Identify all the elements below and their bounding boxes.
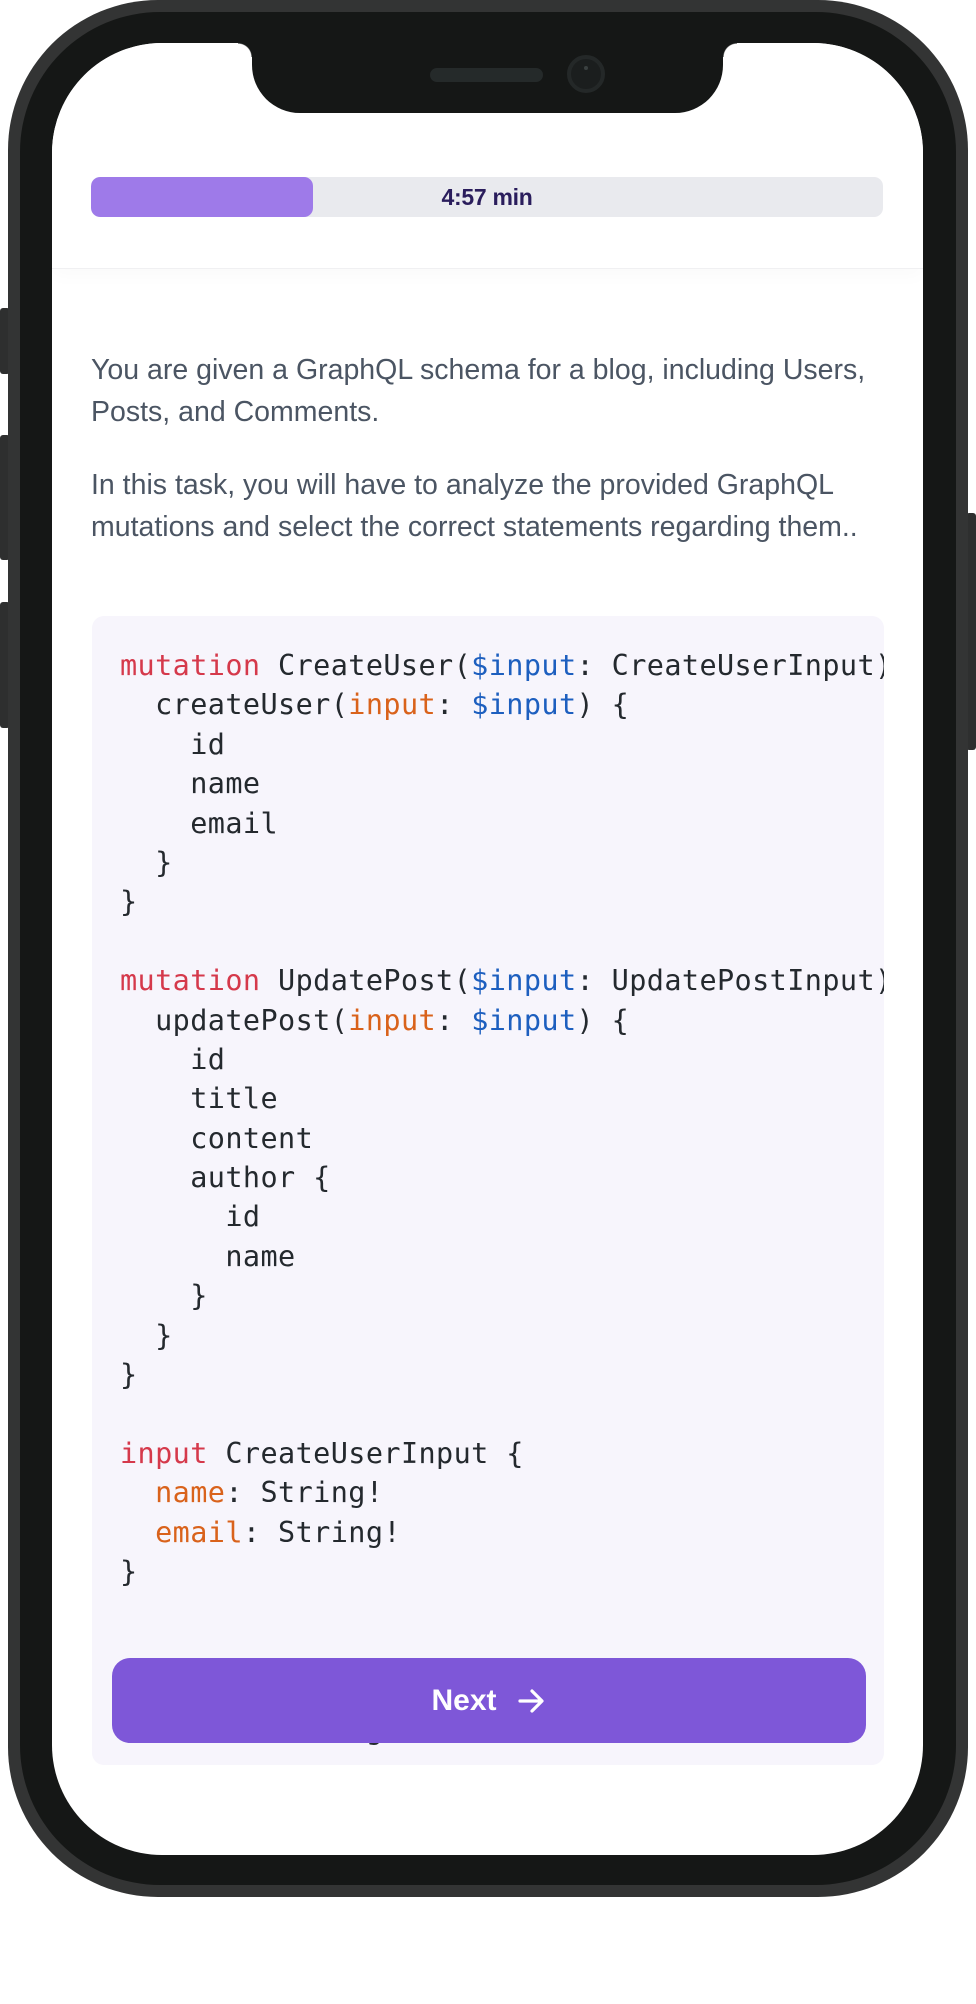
code-line: email: String! [120,1513,884,1552]
code-token-plain: : [436,688,472,722]
code-line: content [120,1119,884,1158]
code-token-plain: createUser( [120,688,349,722]
code-token-plain: title [120,1082,279,1116]
code-token-plain: UpdatePost( [260,964,472,998]
code-line: email [120,804,884,843]
code-line: createUser(input: $input) { [120,685,884,724]
code-line: mutation CreateUser($input: CreateUserIn… [120,646,884,685]
code-token-arg: name [155,1476,226,1510]
code-line: name [120,1237,884,1276]
code-token-plain: id [120,727,226,761]
next-button-label: Next [431,1683,497,1717]
code-token-plain: content [120,1121,314,1155]
code-token-keyword: input [120,1436,208,1470]
code-line: input CreateUserInput { [120,1434,884,1473]
arrow-right-icon [517,1688,544,1713]
code-token-variable: $input [471,688,577,722]
code-line: author { [120,1158,884,1197]
code-token-variable: $input [471,649,577,682]
code-token-plain: } [120,1554,138,1588]
phone-screen: 4:57 min You are given a GraphQL schema … [52,43,923,1855]
code-token-plain: : UpdatePostInput) { [576,964,884,998]
code-token-arg: input [348,1003,437,1037]
code-token-plain: } [120,845,173,879]
code-token-plain: : String! [242,1515,401,1549]
code-lines: mutation CreateUser($input: CreateUserIn… [120,646,884,1749]
code-line: id [120,1197,884,1236]
code-token-keyword: mutation [120,649,261,682]
speaker-grille [430,68,543,82]
code-token-plain: updatePost( [120,1003,349,1037]
code-block[interactable]: mutation CreateUser($input: CreateUserIn… [92,616,884,1765]
timer-label: 4:57 min [441,183,533,210]
code-token-plain: ) { [576,688,630,722]
notch [238,43,737,113]
code-token-plain: } [120,1318,173,1352]
code-line: } [120,1276,884,1315]
code-token-plain: : [436,1003,472,1037]
task-instructions: In this task, you will have to analyze t… [91,469,858,543]
code-token-plain: } [120,885,138,919]
front-camera-icon [567,55,605,93]
code-token-plain: ) { [576,1003,630,1037]
code-token-plain: author { [120,1161,331,1195]
timer-progress-bar: 4:57 min [91,177,883,217]
code-line: updatePost(input: $input) { [120,1001,884,1040]
code-line: name [120,764,884,803]
code-token-plain: : String! [225,1476,384,1510]
code-token-arg: email [155,1515,243,1549]
code-token-plain: name [120,767,261,801]
code-line: } [120,1552,884,1591]
code-token-keyword: mutation [120,964,261,998]
code-token-variable: $input [471,964,577,998]
code-line: id [120,725,884,764]
code-line: mutation UpdatePost($input: UpdatePostIn… [120,961,884,1000]
code-token-arg: input [348,688,437,722]
code-token-plain: } [120,1279,208,1313]
code-line: } [120,1355,884,1394]
code-token-plain: email [120,806,279,840]
code-token-plain: } [120,1358,138,1392]
code-token-variable: $input [471,1003,577,1037]
code-token-plain: name [120,1239,296,1273]
code-token-plain: id [120,1042,226,1076]
task-description: You are given a GraphQL schema for a blo… [91,354,866,428]
code-line: } [120,1316,884,1355]
code-token-plain: id [120,1200,261,1234]
next-button[interactable]: Next [112,1658,866,1743]
code-token-plain: CreateUserInput { [207,1436,524,1470]
code-line: id [120,1040,884,1079]
code-token-plain: : CreateUserInput) { [576,649,884,682]
code-line: name: String! [120,1473,884,1512]
code-token-plain: CreateUser( [260,649,472,682]
code-line: title [120,1079,884,1118]
code-line: } [120,882,884,921]
code-line: } [120,843,884,882]
